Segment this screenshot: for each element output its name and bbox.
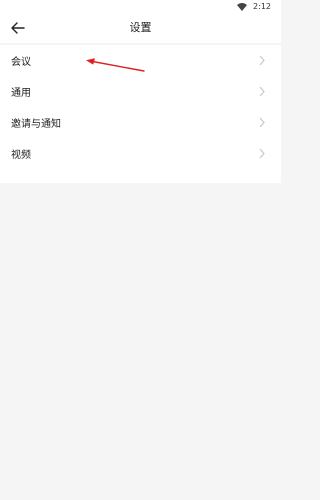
settings-item-label: 邀请与通知	[11, 119, 61, 130]
chevron-right-icon	[259, 55, 265, 66]
status-time: 2:12	[253, 2, 271, 11]
settings-list: 会议 通用 邀请与通知 视频	[0, 45, 281, 183]
settings-item-invite-notify[interactable]: 邀请与通知	[0, 107, 281, 138]
settings-item-video[interactable]: 视频	[0, 138, 281, 169]
app-header: 设置	[0, 13, 281, 43]
settings-item-label: 会议	[11, 57, 31, 68]
settings-item-label: 视频	[11, 150, 31, 161]
settings-item-general[interactable]: 通用	[0, 76, 281, 107]
list-bottom-padding	[0, 169, 281, 183]
chevron-right-icon	[259, 86, 265, 97]
chevron-right-icon	[259, 117, 265, 128]
wifi-icon	[237, 2, 248, 11]
chevron-right-icon	[259, 148, 265, 159]
page-title: 设置	[129, 21, 152, 34]
settings-item-label: 通用	[11, 88, 31, 99]
settings-item-meeting[interactable]: 会议	[0, 45, 281, 76]
status-bar: 2:12	[0, 0, 281, 13]
settings-screen: 2:12 设置 会议 通用 邀请与通知 视频	[0, 0, 281, 500]
